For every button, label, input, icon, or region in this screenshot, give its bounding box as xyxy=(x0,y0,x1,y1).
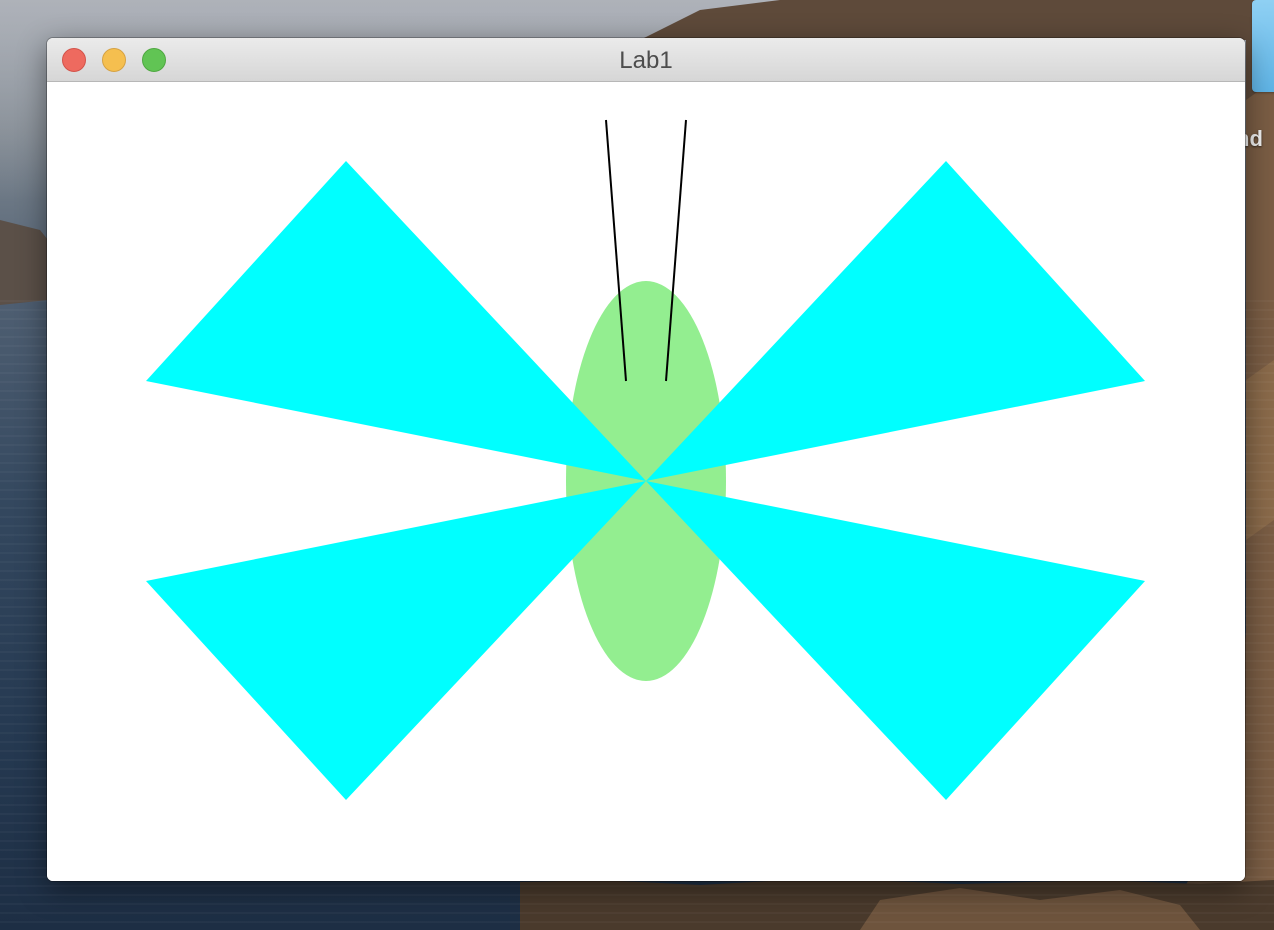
wing-lower-left xyxy=(146,481,646,800)
butterfly-drawing xyxy=(146,119,1145,800)
window-title: Lab1 xyxy=(619,47,673,74)
wing-lower-right xyxy=(646,481,1145,800)
app-window: Lab1 xyxy=(47,38,1245,881)
wing-upper-left xyxy=(146,161,646,481)
desktop-folder-icon[interactable] xyxy=(1252,0,1274,92)
wing-upper-right xyxy=(646,161,1145,481)
window-titlebar[interactable]: Lab1 xyxy=(47,38,1245,82)
drawing-canvas xyxy=(47,82,1245,881)
